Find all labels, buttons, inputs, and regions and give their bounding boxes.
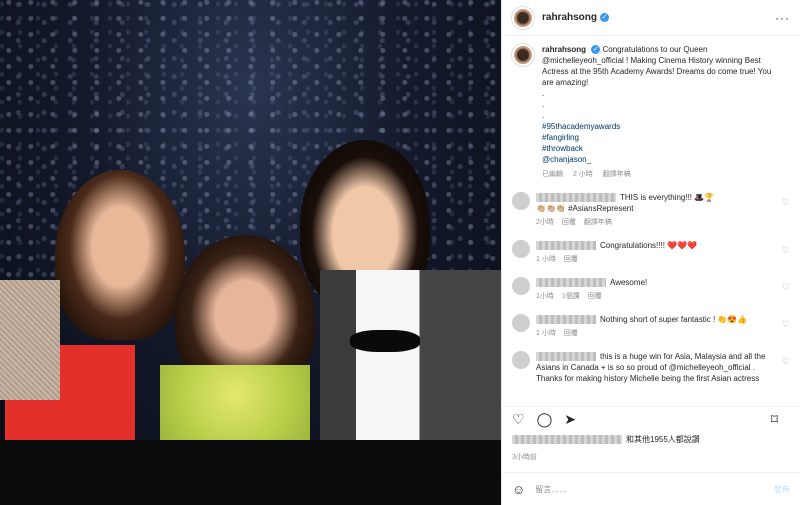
post-time: 3小時前 — [512, 454, 537, 461]
comment-time: 1小時 — [536, 293, 554, 300]
comment-item: Awesome! 1小時 1個讚 回覆 ♡ — [502, 277, 800, 302]
comment-input[interactable]: 留言…… — [535, 484, 567, 495]
comment-meta: 1 小時 回覆 — [536, 328, 766, 339]
hashtag-link[interactable]: #fangirling — [542, 132, 772, 143]
comment-text: Congratulations!!!! — [600, 241, 665, 250]
caption-meta: 已編輯 2 小時 翻譯年稿 — [542, 169, 772, 180]
commenter-name-blurred[interactable] — [536, 315, 596, 325]
post-photo[interactable] — [0, 0, 501, 440]
tuxedo — [320, 270, 501, 440]
verified-icon: ✓ — [591, 45, 601, 55]
translate-link[interactable]: 翻譯年稿 — [603, 171, 631, 178]
add-comment-bar: ☺ 留言…… 發佈 — [502, 472, 800, 505]
caption: rahrahsong ✓ Congratulations to our Quee… — [502, 36, 800, 180]
comment-emoji: 🎩🏆 — [694, 193, 715, 202]
commenter-avatar[interactable] — [512, 314, 530, 332]
more-options-icon[interactable]: ··· — [775, 11, 790, 25]
caption-line: Congratulations to our Queen — [602, 45, 708, 54]
commenter-name-blurred[interactable] — [536, 241, 596, 251]
caption-avatar[interactable] — [512, 44, 534, 66]
comment-emoji: 👏😍👍 — [717, 315, 748, 324]
comment-icon[interactable]: ◯ — [537, 411, 553, 428]
comment-time: 1 小時 — [536, 256, 556, 263]
commenter-name-blurred[interactable] — [536, 193, 616, 203]
avatar[interactable] — [512, 6, 534, 29]
comment-time: 2小時 — [536, 219, 554, 226]
comment-item: Nothing short of super fantastic ! 👏😍👍 1… — [502, 314, 800, 339]
hashtag-link[interactable]: #95thacademyawards — [542, 121, 772, 132]
likes-count[interactable]: 1個讚 — [562, 293, 580, 300]
like-icon[interactable]: ♡ — [512, 411, 525, 428]
instagram-post-viewer: rahrahsong ✓ ··· rahrahsong ✓ Congratula… — [0, 0, 800, 505]
commenter-name-blurred[interactable] — [536, 278, 606, 288]
reply-link[interactable]: 回覆 — [562, 219, 576, 226]
sequin-top — [0, 280, 60, 400]
hashtag-link[interactable]: #throwback — [542, 143, 772, 154]
caption-text: rahrahsong ✓ Congratulations to our Quee… — [542, 44, 772, 180]
post-button[interactable]: 發佈 — [774, 484, 790, 495]
reply-link[interactable]: 回覆 — [588, 293, 602, 300]
comment-like-icon[interactable]: ♡ — [782, 282, 790, 293]
comment-emoji: ❤️❤️❤️ — [667, 241, 698, 250]
liker-name-blurred[interactable] — [512, 435, 622, 445]
translate-link[interactable]: 翻譯年稿 — [584, 219, 612, 226]
comment-time: 1 小時 — [536, 330, 556, 337]
commenter-name-blurred[interactable] — [536, 352, 596, 362]
verified-icon: ✓ — [600, 13, 610, 22]
caption-time: 2 小時 — [572, 171, 593, 178]
post-sidebar: rahrahsong ✓ ··· rahrahsong ✓ Congratula… — [501, 0, 800, 505]
bookmark-icon[interactable]: ⌑ — [771, 411, 778, 428]
commenter-avatar[interactable] — [512, 277, 530, 295]
comment-item: this is a huge win for Asia, Malaysia an… — [502, 351, 800, 384]
comment-item: THIS is everything!!! 🎩🏆 👏🏼👏🏼👏🏼 #AsiansR… — [502, 192, 800, 228]
comment-text: 👏🏼👏🏼👏🏼 #AsiansRepresent — [536, 204, 634, 213]
comment-meta: 1 小時 回覆 — [536, 254, 766, 265]
mention-link[interactable]: @chanjason_ — [542, 154, 772, 165]
bow-tie — [350, 330, 420, 352]
person-left — [55, 170, 185, 340]
commenter-avatar[interactable] — [512, 351, 530, 369]
comment-item: Congratulations!!!! ❤️❤️❤️ 1 小時 回覆 ♡ — [502, 240, 800, 265]
edited-label: 已編輯 — [542, 171, 563, 178]
share-icon[interactable]: ➤ — [564, 411, 576, 428]
green-dress — [160, 365, 310, 440]
comment-like-icon[interactable]: ♡ — [782, 319, 790, 330]
comment-meta: 2小時 回覆 翻譯年稿 — [536, 217, 766, 228]
caption-dot: . — [542, 111, 545, 120]
emoji-icon[interactable]: ☺ — [512, 482, 525, 497]
post-header: rahrahsong ✓ ··· — [502, 0, 800, 36]
caption-username[interactable]: rahrahsong — [542, 45, 586, 54]
comment-text: THIS is everything!!! — [620, 193, 693, 202]
action-bar: ♡ ◯ ➤ ⌑ — [502, 406, 800, 432]
comment-meta: 1小時 1個讚 回覆 — [536, 291, 766, 302]
comment-like-icon[interactable]: ♡ — [782, 245, 790, 256]
commenter-avatar[interactable] — [512, 240, 530, 258]
comment-text: Nothing short of super fantastic ! — [600, 315, 716, 324]
likes-text[interactable]: 和其他1955人都說讚 — [626, 435, 700, 444]
reply-link[interactable]: 回覆 — [564, 330, 578, 337]
reply-link[interactable]: 回覆 — [564, 256, 578, 263]
photo-letterbox — [0, 440, 501, 505]
comments-scroll[interactable]: rahrahsong ✓ Congratulations to our Quee… — [502, 36, 800, 406]
likes-summary[interactable]: 和其他1955人都說讚 — [512, 434, 700, 445]
comment-like-icon[interactable]: ♡ — [782, 356, 790, 367]
comment-text: Awesome! — [610, 278, 648, 287]
header-username[interactable]: rahrahsong — [542, 12, 597, 23]
caption-line: @michelleyeoh_official ! Making Cinema H… — [542, 56, 772, 87]
caption-dot: . — [542, 89, 545, 98]
commenter-avatar[interactable] — [512, 192, 530, 210]
comment-like-icon[interactable]: ♡ — [782, 197, 790, 208]
caption-dot: . — [542, 100, 545, 109]
